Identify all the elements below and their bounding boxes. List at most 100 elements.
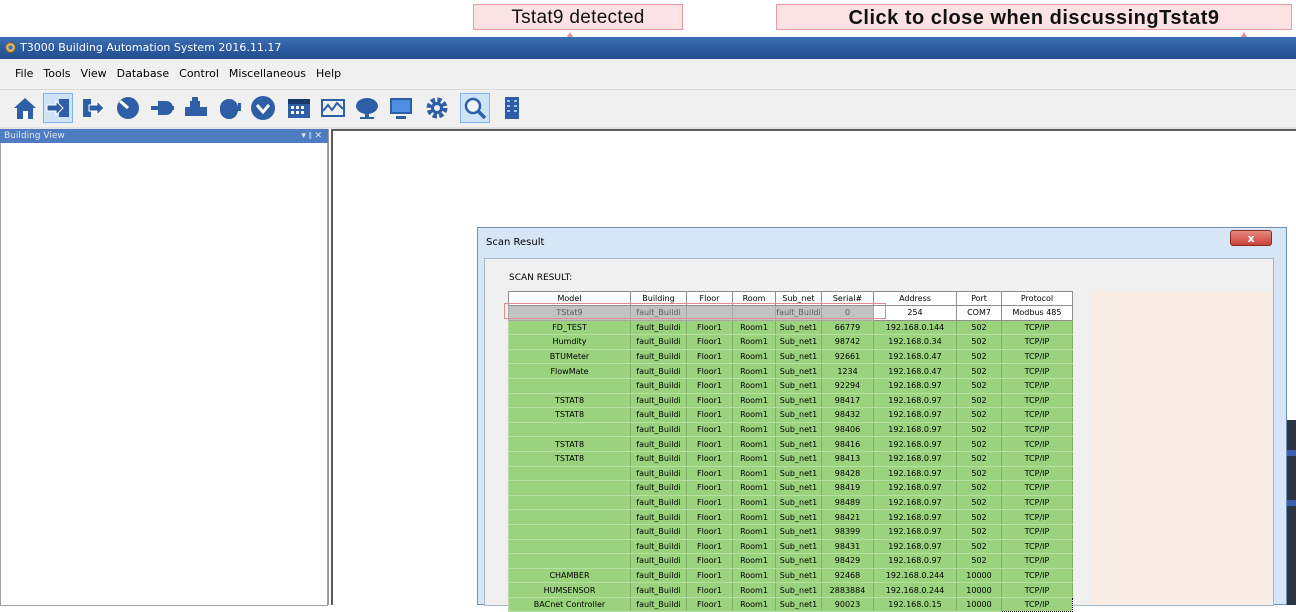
table-row[interactable]: FD_TEST fault_Buildi Floor1 Room1 Sub_net1 66… [508, 319, 1073, 336]
table-cell[interactable]: TCP/IP [1001, 523, 1073, 540]
menu-database[interactable]: Database [112, 59, 175, 89]
table-cell[interactable]: 192.168.0.97 [873, 450, 957, 467]
table-cell[interactable]: 98416 [821, 436, 874, 452]
menu-tools[interactable]: Tools [38, 59, 75, 89]
table-cell[interactable]: Sub_net1 [775, 363, 822, 379]
table-cell[interactable]: 192.168.0.97 [873, 465, 957, 482]
table-cell[interactable]: 92468 [821, 567, 874, 584]
table-cell[interactable]: FlowMate [508, 363, 631, 379]
table-cell[interactable]: TCP/IP [1001, 494, 1073, 511]
table-cell[interactable]: TCP/IP [1001, 465, 1073, 482]
table-cell[interactable]: 10000 [956, 567, 1002, 584]
table-cell[interactable]: 502 [956, 363, 1002, 379]
pane-controls[interactable]: ▾ ⫾ ✕ [301, 129, 322, 143]
table-cell[interactable]: Room1 [732, 553, 776, 569]
table-cell[interactable]: TCP/IP [1001, 553, 1073, 569]
building-icon[interactable] [497, 93, 527, 123]
table-cell[interactable]: HUMSENSOR [508, 582, 631, 598]
table-cell[interactable]: Sub_net1 [775, 421, 822, 438]
table-cell[interactable]: 502 [956, 421, 1002, 438]
graph-icon[interactable] [318, 93, 348, 123]
table-row[interactable]: HUMSENSOR fault_Buildi Floor1 Room1 Sub_net1… [508, 582, 1073, 598]
table-cell[interactable]: Sub_net1 [775, 567, 822, 584]
table-row[interactable]: FlowMate fault_Buildi Floor1 Room1 Sub_net1 1… [508, 363, 1073, 379]
scan-icon[interactable] [460, 93, 490, 123]
table-cell[interactable]: Sub_net1 [775, 319, 822, 336]
table-cell[interactable]: 98406 [821, 421, 874, 438]
table-cell[interactable]: TCP/IP [1001, 377, 1073, 394]
table-cell[interactable]: 502 [956, 436, 1002, 452]
table-cell[interactable] [508, 421, 631, 438]
table-cell[interactable]: fault_Buildi [630, 407, 687, 423]
fan-icon[interactable] [214, 93, 244, 123]
table-cell[interactable] [508, 538, 631, 555]
table-row[interactable]: fault_Buildi Floor1 Room1 Sub_net1 92294 192.… [508, 377, 1073, 394]
table-cell[interactable]: Floor1 [686, 480, 733, 496]
table-cell[interactable]: TSTAT8 [508, 450, 631, 467]
table-row[interactable]: TSTAT8 fault_Buildi Floor1 Room1 Sub_net1 984… [508, 407, 1073, 423]
table-cell[interactable]: Humdity [508, 334, 631, 350]
table-cell[interactable]: 98432 [821, 407, 874, 423]
table-cell[interactable]: Sub_net1 [775, 450, 822, 467]
table-cell[interactable]: 98489 [821, 494, 874, 511]
dropdown-icon[interactable] [248, 93, 278, 123]
table-cell[interactable]: Room1 [732, 582, 776, 598]
table-cell[interactable]: 192.168.0.47 [873, 363, 957, 379]
table-cell[interactable]: 502 [956, 465, 1002, 482]
table-cell[interactable]: 502 [956, 523, 1002, 540]
table-cell[interactable]: 192.168.0.97 [873, 494, 957, 511]
table-cell[interactable]: TCP/IP [1001, 582, 1073, 598]
table-cell[interactable]: TCP/IP [1001, 450, 1073, 467]
table-cell[interactable]: TCP/IP [1001, 567, 1073, 584]
table-cell[interactable]: TSTAT8 [508, 436, 631, 452]
table-cell[interactable]: 192.168.0.97 [873, 377, 957, 394]
table-row[interactable]: fault_Buildi Floor1 Room1 Sub_net1 98489 192.… [508, 494, 1073, 511]
table-cell[interactable]: fault_Buildi [630, 421, 687, 438]
alarm-icon[interactable] [352, 93, 382, 123]
table-cell[interactable]: Modbus 485 [1001, 305, 1073, 321]
close-button[interactable]: x [1230, 230, 1272, 246]
table-cell[interactable]: TSTAT8 [508, 392, 631, 409]
table-cell[interactable]: 502 [956, 553, 1002, 569]
monitor-icon[interactable] [386, 93, 416, 123]
column-header-protocol[interactable]: Protocol [1001, 291, 1073, 306]
table-cell[interactable]: fault_Buildi [630, 436, 687, 452]
table-row[interactable]: CHAMBER fault_Buildi Floor1 Room1 Sub_net1 92… [508, 567, 1073, 584]
table-cell[interactable]: TCP/IP [1001, 509, 1073, 525]
table-cell[interactable]: fault_Buildi [630, 392, 687, 409]
table-cell[interactable]: 192.168.0.97 [873, 523, 957, 540]
table-cell[interactable]: Room1 [732, 348, 776, 365]
table-cell[interactable]: 92661 [821, 348, 874, 365]
table-cell[interactable]: 192.168.0.34 [873, 334, 957, 350]
output-icon[interactable] [181, 93, 211, 123]
table-cell[interactable]: 98429 [821, 553, 874, 569]
table-cell[interactable]: Floor1 [686, 392, 733, 409]
table-cell[interactable]: 502 [956, 377, 1002, 394]
table-cell[interactable]: Room1 [732, 567, 776, 584]
table-cell[interactable]: Sub_net1 [775, 480, 822, 496]
table-cell[interactable]: Floor1 [686, 436, 733, 452]
table-cell[interactable]: Room1 [732, 436, 776, 452]
table-cell[interactable]: 502 [956, 392, 1002, 409]
table-cell[interactable]: TCP/IP [1001, 538, 1073, 555]
table-cell[interactable]: 502 [956, 538, 1002, 555]
table-cell[interactable]: Sub_net1 [775, 436, 822, 452]
menu-miscellaneous[interactable]: Miscellaneous [224, 59, 311, 89]
table-cell[interactable]: Sub_net1 [775, 523, 822, 540]
table-cell[interactable]: 98428 [821, 465, 874, 482]
table-cell[interactable]: Sub_net1 [775, 509, 822, 525]
table-cell[interactable]: Room1 [732, 407, 776, 423]
table-cell[interactable]: 192.168.0.97 [873, 480, 957, 496]
table-cell[interactable]: fault_Buildi [630, 363, 687, 379]
table-cell[interactable]: 502 [956, 407, 1002, 423]
table-cell[interactable]: Room1 [732, 538, 776, 555]
table-cell[interactable]: 98399 [821, 523, 874, 540]
table-cell[interactable] [508, 509, 631, 525]
menu-help[interactable]: Help [311, 59, 346, 89]
table-cell[interactable]: TCP/IP [1001, 348, 1073, 365]
menu-control[interactable]: Control [174, 59, 224, 89]
table-row[interactable]: TSTAT8 fault_Buildi Floor1 Room1 Sub_net1 984… [508, 436, 1073, 452]
table-cell[interactable]: Floor1 [686, 348, 733, 365]
table-cell[interactable]: Sub_net1 [775, 553, 822, 569]
table-row[interactable]: TSTAT8 fault_Buildi Floor1 Room1 Sub_net1 984… [508, 392, 1073, 409]
